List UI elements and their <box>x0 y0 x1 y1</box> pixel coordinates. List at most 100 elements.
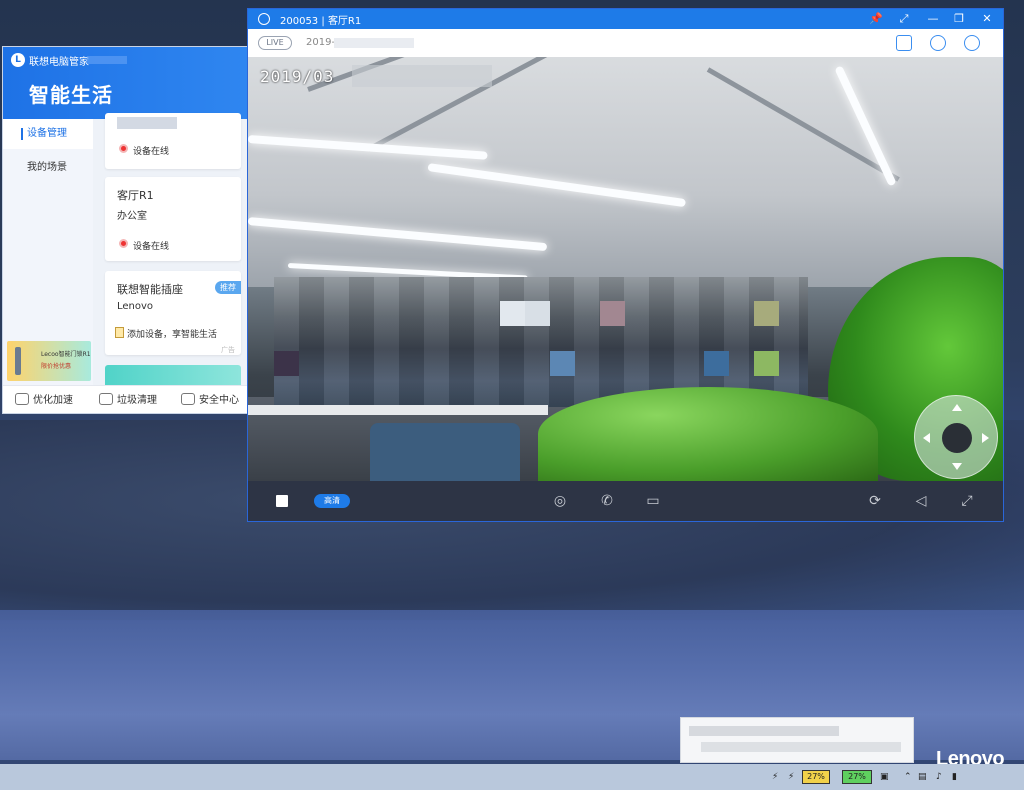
volume-icon[interactable]: ♪ <box>936 768 942 786</box>
cleanup-button[interactable]: 垃圾清理 <box>99 386 157 413</box>
ptz-up-icon[interactable] <box>952 404 962 411</box>
security-label: 安全中心 <box>199 395 239 406</box>
shield-icon <box>181 393 195 405</box>
manager-sidebar: 设备管理 我的场景 Lecoo智能门锁R1 限价抢优惠 <box>3 119 93 385</box>
recommend-badge: 推荐 <box>215 281 241 294</box>
close-button[interactable]: ✕ <box>979 11 995 27</box>
blurred-text <box>87 56 127 64</box>
device-card[interactable]: 设备在线 <box>105 113 241 169</box>
ptz-direction-pad[interactable] <box>914 395 998 479</box>
blurred-date <box>334 38 414 48</box>
sidebar-item-device-management[interactable]: 设备管理 <box>3 119 93 149</box>
phone-icon[interactable]: ✆ <box>598 493 616 509</box>
manager-title: 智能生活 <box>29 83 113 107</box>
mosaic-cell <box>600 301 625 326</box>
battery-indicator-secondary[interactable]: 27% <box>842 770 872 784</box>
blurred-time <box>352 65 492 87</box>
device-list: 设备在线 客厅R1 办公室 设备在线 联想智能插座 推荐 Lenovo 添加设备… <box>93 113 247 385</box>
sidebar-item-my-scenes[interactable]: 我的场景 <box>3 153 93 183</box>
video-icon[interactable]: ▭ <box>644 493 662 509</box>
folder-icon[interactable] <box>896 35 912 51</box>
settings-icon[interactable] <box>964 35 980 51</box>
add-device-text[interactable]: 添加设备，享智能生活 <box>127 327 217 340</box>
fullscreen-icon[interactable]: ⤢ <box>958 493 976 509</box>
device-status: 设备在线 <box>133 242 170 252</box>
restore-button[interactable]: ❐ <box>951 11 967 27</box>
ad-tag: 广告 <box>221 346 235 354</box>
mosaic-cell <box>525 301 550 326</box>
blurred-device-name <box>117 117 177 129</box>
video-chair <box>370 423 520 481</box>
ad-banner-subtitle: 限价抢优惠 <box>41 363 72 370</box>
network-icon[interactable]: ▮ <box>952 768 957 786</box>
video-plant-leaves <box>538 387 878 481</box>
taskbar: ⚡ ⚡ 27% 27% ▣ ⌃ ▤ ♪ ▮ <box>0 764 1024 790</box>
pin-icon[interactable]: 📌 <box>868 11 884 27</box>
add-device-icon <box>115 327 124 338</box>
notification-toast[interactable] <box>680 717 914 763</box>
mosaic-cell <box>704 351 729 376</box>
product-brand: Lenovo <box>117 301 154 312</box>
minimize-button[interactable]: — <box>925 11 941 27</box>
mosaic-cell <box>754 351 779 376</box>
plug-icon[interactable]: ⚡ <box>772 768 778 786</box>
compact-mode-icon[interactable]: ⤢ <box>896 11 912 27</box>
camera-title: 200053 | 客厅R1 <box>280 12 361 27</box>
manager-bottom-bar: 优化加速 垃圾清理 安全中心 <box>3 385 247 413</box>
battery-indicator[interactable]: 27% <box>802 770 830 784</box>
video-desk <box>248 405 548 415</box>
input-method-icon[interactable]: ▤ <box>918 768 927 786</box>
camera-icon[interactable]: ◎ <box>551 493 569 509</box>
camera-name: 客厅R1 <box>327 16 362 27</box>
battery-plug-icon[interactable]: ⚡ <box>788 768 794 786</box>
hd-quality-button[interactable]: 高清 <box>314 494 350 508</box>
lenovo-logo-icon: L <box>11 53 25 67</box>
rotate-icon[interactable]: ⟳ <box>866 493 884 509</box>
device-card-living-room[interactable]: 客厅R1 办公室 设备在线 <box>105 177 241 261</box>
tray-expand-icon[interactable]: ⌃ <box>904 768 912 786</box>
smart-lock-ad-banner[interactable]: Lecoo智能门锁R1 限价抢优惠 <box>7 341 91 381</box>
ptz-right-icon[interactable] <box>982 433 989 443</box>
cloud-video-icon[interactable] <box>930 35 946 51</box>
camera-viewer-window: 200053 | 客厅R1 📌 ⤢ — ❐ ✕ LIVE 2019- 2019/… <box>247 8 1004 522</box>
power-icon[interactable]: ▣ <box>880 768 889 786</box>
mosaic-cell <box>274 351 299 376</box>
online-status-icon <box>119 144 128 153</box>
optimize-button[interactable]: 优化加速 <box>15 386 73 413</box>
trash-icon <box>99 393 113 405</box>
optimize-label: 优化加速 <box>33 395 73 406</box>
manager-app-name: 联想电脑管家 <box>29 57 89 68</box>
manager-header: L 联想电脑管家 智能生活 <box>3 47 247 119</box>
mosaic-cell <box>500 301 525 326</box>
camera-video-feed[interactable]: 2019/03 <box>248 57 1003 481</box>
blurred-text <box>689 726 839 736</box>
stop-button[interactable] <box>276 495 288 507</box>
device-name: 客厅R1 <box>117 189 154 202</box>
security-button[interactable]: 安全中心 <box>181 386 239 413</box>
mosaic-cell <box>754 301 779 326</box>
next-card-edge <box>105 365 241 385</box>
device-location: 办公室 <box>117 211 147 222</box>
mute-icon[interactable]: ◁ <box>912 493 930 509</box>
product-name: 联想智能插座 <box>117 283 183 296</box>
ptz-left-icon[interactable] <box>923 433 930 443</box>
stream-date: 2019- <box>306 37 336 48</box>
pc-manager-panel: L 联想电脑管家 智能生活 设备管理 我的场景 Lecoo智能门锁R1 限价抢优… <box>2 46 248 414</box>
door-lock-icon <box>15 347 21 375</box>
recommend-card-smart-plug[interactable]: 联想智能插座 推荐 Lenovo 添加设备，享智能生活 广告 <box>105 271 241 355</box>
blurred-text <box>701 742 901 752</box>
online-status-icon <box>119 239 128 248</box>
ad-banner-title: Lecoo智能门锁R1 <box>41 351 91 358</box>
camera-id: 200053 <box>280 16 319 27</box>
camera-control-bar: 高清 ◎ ✆ ▭ ⟳ ◁ ⤢ <box>248 481 1003 521</box>
osd-date: 2019/03 <box>260 67 335 86</box>
mosaic-cell <box>550 351 575 376</box>
speedometer-icon <box>15 393 29 405</box>
ptz-center-button[interactable] <box>942 423 972 453</box>
ptz-down-icon[interactable] <box>952 463 962 470</box>
title-separator: | <box>321 16 325 27</box>
cleanup-label: 垃圾清理 <box>117 395 157 406</box>
live-badge: LIVE <box>258 36 292 50</box>
device-status: 设备在线 <box>133 147 170 157</box>
camera-info-bar: LIVE 2019- <box>248 29 1003 57</box>
